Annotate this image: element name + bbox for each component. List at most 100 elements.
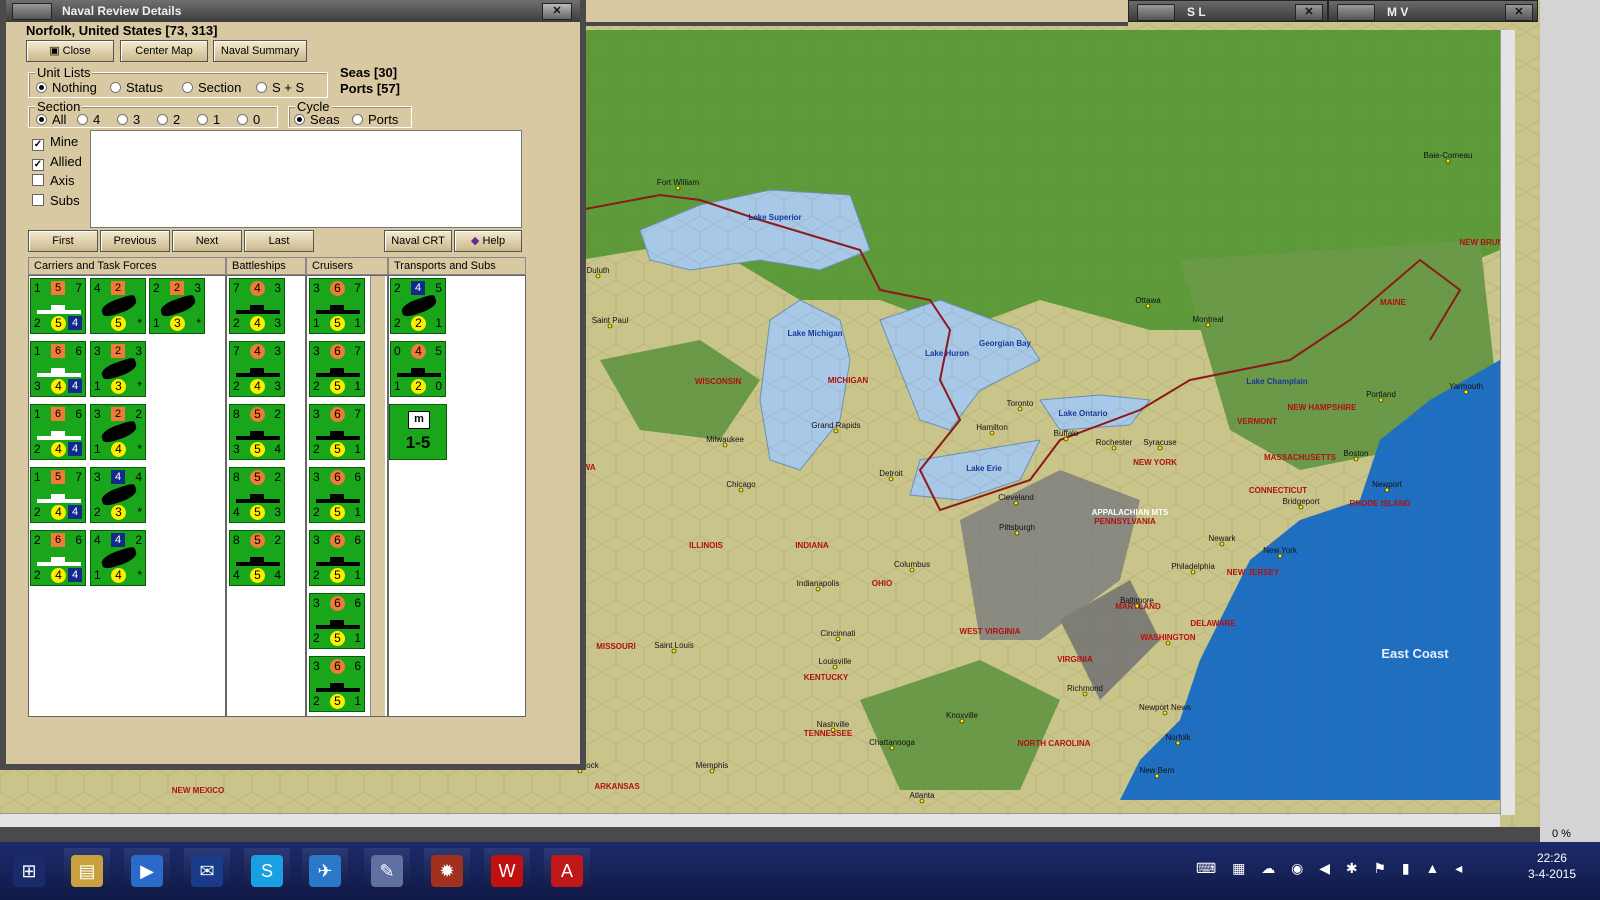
file-explorer-icon[interactable]: ▤	[64, 848, 110, 892]
counter-value-tl: 3	[313, 596, 320, 610]
media-player-icon[interactable]: ▶	[124, 848, 170, 892]
center-map-button[interactable]: Center Map	[120, 40, 208, 62]
cruiser-counter[interactable]: 367 251	[309, 341, 365, 397]
close-button[interactable]: ▣ Close	[26, 40, 114, 62]
counter-value-tl: 3	[313, 344, 320, 358]
truck-strength: 1-5	[405, 433, 431, 452]
close-icon[interactable]: ✕	[1505, 4, 1533, 21]
window-menu-button[interactable]	[12, 3, 52, 20]
carrier-icon	[37, 430, 81, 440]
radio-s-plus-s[interactable]: S + S	[256, 81, 304, 95]
cruiser-counter[interactable]: 366251	[309, 593, 365, 649]
map-window-mv-titlebar[interactable]: M V ✕	[1328, 0, 1538, 22]
battleship-counter[interactable]: 743243	[229, 341, 285, 397]
checkbox-mine[interactable]: ✓ Mine	[32, 135, 78, 151]
acrobat-icon[interactable]: A	[544, 848, 590, 892]
battleship-counter[interactable]: 743243	[229, 278, 285, 334]
checkbox-axis[interactable]: Axis	[32, 174, 75, 188]
window-menu-button[interactable]	[1337, 4, 1375, 21]
radio-nothing[interactable]: Nothing	[36, 81, 97, 95]
counter-value-br: *	[196, 316, 201, 330]
carrier-task-force-counter[interactable]: 157254	[30, 278, 86, 334]
paint-icon: ✎	[371, 855, 403, 887]
radio-section-3[interactable]: 3	[117, 113, 140, 127]
battleship-counter[interactable]: 852454	[229, 530, 285, 586]
transport-unit-counter[interactable]: m 1-5	[389, 404, 447, 460]
map-label-city: Columbus	[894, 560, 930, 569]
carrier-task-force-counter[interactable]: 4 4 2 1 4 *	[90, 530, 146, 586]
cruiser-counter[interactable]: 367 251	[309, 404, 365, 460]
carrier-task-force-counter[interactable]: 166344	[30, 341, 86, 397]
naval-crt-button[interactable]: Naval CRT	[384, 230, 452, 252]
radio-status[interactable]: Status	[110, 81, 163, 95]
carrier-task-force-counter[interactable]: 2 2 3 1 3 *	[149, 278, 205, 334]
radio-section-2[interactable]: 2	[157, 113, 180, 127]
map-label-city: New Bern	[1139, 766, 1174, 775]
waf-icon[interactable]: W	[484, 848, 530, 892]
last-button[interactable]: Last	[244, 230, 314, 252]
window-menu-button[interactable]	[1137, 4, 1175, 21]
counter-value-tr: 7	[75, 281, 82, 295]
carrier-task-force-counter[interactable]: 166244	[30, 404, 86, 460]
cruiser-counter[interactable]: 367 151	[309, 278, 365, 334]
map-vertical-scrollbar[interactable]	[1500, 30, 1515, 815]
map-label-state: CONNECTICUT	[1249, 486, 1307, 495]
map-label-city: Richmond	[1067, 684, 1103, 693]
thunderbird-bird-icon[interactable]: ✈	[302, 848, 348, 892]
map-window-sl-titlebar[interactable]: S L ✕	[1128, 0, 1328, 22]
city-marker-icon	[1175, 740, 1181, 746]
carrier-task-force-counter[interactable]: 4 2 5 *	[90, 278, 146, 334]
map-horizontal-scrollbar[interactable]	[0, 813, 1500, 828]
radio-section-1[interactable]: 1	[197, 113, 220, 127]
radio-icon	[77, 114, 88, 125]
radio-section-0[interactable]: 0	[237, 113, 260, 127]
carrier-task-force-counter[interactable]: 157244	[30, 467, 86, 523]
first-button[interactable]: First	[28, 230, 98, 252]
carrier-task-force-counter[interactable]: 3 4 4 2 3 *	[90, 467, 146, 523]
paint-icon[interactable]: ✎	[364, 848, 410, 892]
map-label-city: Yarmouth	[1449, 382, 1483, 391]
help-button[interactable]: ◆ Help	[454, 230, 522, 252]
next-button[interactable]: Next	[172, 230, 242, 252]
carrier-task-force-counter[interactable]: 3 2 3 1 3 *	[90, 341, 146, 397]
thunderbird-icon[interactable]: ✉	[184, 848, 230, 892]
system-tray[interactable]: ⌨ ▦ ☁ ◉ ◀ ✱ ⚑ ▮ ▲ ◂	[1196, 860, 1516, 882]
radio-section[interactable]: Section	[182, 81, 241, 95]
radio-cycle-seas[interactable]: Seas	[294, 113, 340, 127]
previous-button[interactable]: Previous	[100, 230, 170, 252]
city-marker-icon	[909, 567, 915, 573]
naval-window-titlebar[interactable]: Naval Review Details ✕	[6, 0, 580, 22]
map-label-city: Montreal	[1192, 315, 1223, 324]
counter-value-tl: 3	[94, 344, 101, 358]
cruiser-counter[interactable]: 366251	[309, 530, 365, 586]
transport-counter[interactable]: 045120	[390, 341, 446, 397]
battleship-counter[interactable]: 852453	[229, 467, 285, 523]
counter-value-bc: 5	[330, 505, 345, 520]
windows-start-icon[interactable]: ⊞	[6, 848, 52, 892]
checkbox-allied[interactable]: ✓ Allied	[32, 155, 82, 171]
naval-summary-button[interactable]: Naval Summary	[213, 40, 307, 62]
counter-value-bl: 1	[153, 316, 160, 330]
file-explorer-icon: ▤	[71, 855, 103, 887]
close-icon[interactable]: ✕	[1295, 4, 1323, 21]
radio-cycle-ports[interactable]: Ports	[352, 113, 398, 127]
world-in-flames-icon[interactable]: ✹	[424, 848, 470, 892]
carrier-task-force-counter[interactable]: 266244	[30, 530, 86, 586]
map-label-state: MISSOURI	[596, 642, 636, 651]
carrier-task-force-counter[interactable]: 3 2 2 1 4 *	[90, 404, 146, 460]
counter-value-br: 1	[435, 316, 442, 330]
map-label-state: ARKANSAS	[594, 782, 640, 791]
radio-section-all[interactable]: All	[36, 113, 66, 127]
checkbox-subs[interactable]: Subs	[32, 194, 80, 208]
skype-icon[interactable]: S	[244, 848, 290, 892]
map-label-city: Saint Paul	[592, 316, 629, 325]
cruiser-counter[interactable]: 366251	[309, 467, 365, 523]
system-clock[interactable]: 22:26 3-4-2015	[1528, 850, 1576, 882]
cruiser-counter[interactable]: 366251	[309, 656, 365, 712]
transport-counter[interactable]: 245221	[390, 278, 446, 334]
aircraft-icon	[99, 356, 139, 382]
close-icon[interactable]: ✕	[542, 3, 572, 20]
cruisers-scrollbar[interactable]	[370, 276, 385, 716]
radio-section-4[interactable]: 4	[77, 113, 100, 127]
battleship-counter[interactable]: 852354	[229, 404, 285, 460]
